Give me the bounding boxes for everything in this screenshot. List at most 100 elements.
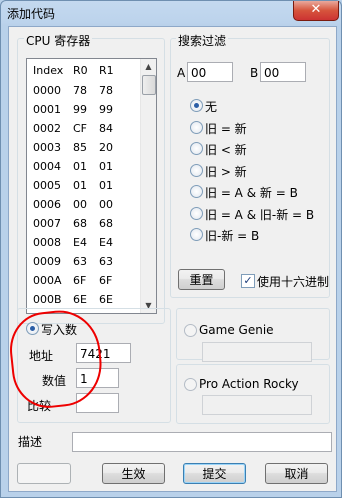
- register-row[interactable]: 0003 85 20: [27, 139, 137, 156]
- window-title: 添加代码: [7, 7, 56, 21]
- row-index: 0001: [33, 103, 61, 116]
- filter-option-label: 无: [205, 100, 218, 114]
- row-r1: 00: [99, 198, 113, 211]
- cancel-button[interactable]: 取消: [265, 463, 328, 484]
- register-row[interactable]: 0009 63 63: [27, 253, 137, 270]
- register-row[interactable]: 0007 68 68: [27, 215, 137, 232]
- filter-option-label: 旧 = A & 旧-新 = B: [205, 207, 315, 222]
- row-r1: 99: [99, 103, 113, 116]
- register-list-header: Index R0 R1: [27, 59, 137, 81]
- row-r0: CF: [73, 122, 88, 135]
- row-index: 0002: [33, 122, 61, 135]
- row-r0: 99: [73, 103, 87, 116]
- game-genie-radio[interactable]: [184, 324, 197, 337]
- address-input[interactable]: 7421: [76, 343, 131, 363]
- row-index: 000B: [33, 293, 62, 306]
- disabled-blank-button: [17, 463, 71, 484]
- checkmark-icon: ✓: [243, 274, 253, 287]
- filter-radio-2[interactable]: [190, 142, 203, 155]
- filter-option-label: 旧 < 新: [205, 143, 247, 157]
- row-r0: 00: [73, 198, 87, 211]
- b-input[interactable]: 00: [260, 62, 306, 82]
- row-index: 0004: [33, 160, 61, 173]
- row-r0: 01: [73, 179, 87, 192]
- register-row[interactable]: 0006 00 00: [27, 196, 137, 213]
- filter-radio-5[interactable]: [190, 206, 203, 220]
- scroll-thumb[interactable]: [142, 75, 156, 95]
- row-r1: 6F: [99, 274, 113, 287]
- row-r1: 01: [99, 179, 113, 192]
- register-row[interactable]: 0002 CF 84: [27, 120, 137, 137]
- row-r0: 78: [73, 84, 87, 97]
- row-r1: 84: [99, 122, 113, 135]
- close-button[interactable]: ✕: [293, 1, 339, 21]
- reset-button[interactable]: 重置: [178, 269, 225, 290]
- filter-option-label: 旧-新 = B: [205, 229, 260, 243]
- compare-label: 比较: [27, 399, 52, 413]
- write-label: 写入数: [41, 323, 78, 337]
- column-r1[interactable]: R1: [99, 64, 114, 77]
- row-index: 0005: [33, 179, 61, 192]
- filter-radio-6[interactable]: [190, 228, 203, 241]
- row-index: 0009: [33, 255, 61, 268]
- register-row[interactable]: 0004 01 01: [27, 158, 137, 175]
- row-r1: 20: [99, 141, 113, 154]
- a-label: A: [177, 66, 186, 80]
- register-row[interactable]: 000B 6E 6E: [27, 291, 137, 308]
- filter-option-label: 旧 > 新: [205, 164, 247, 179]
- pro-action-rocky-input[interactable]: [202, 395, 312, 415]
- search-filter-group-title: 搜索过滤: [176, 32, 229, 49]
- register-list[interactable]: Index R0 R1 00 00 78 78 0001 99 99 0002 CF 84 0003…: [26, 58, 157, 314]
- row-r0: 63: [73, 255, 87, 268]
- hex-label: 使用十六进制: [257, 275, 330, 289]
- register-row[interactable]: 0005 01 01: [27, 177, 137, 194]
- game-genie-input[interactable]: [202, 342, 312, 362]
- row-r1: 6E: [99, 293, 113, 306]
- row-r0: 85: [73, 141, 87, 154]
- dialog-window: 添加代码 ✕ CPU 寄存器 Index R0 R1 0000 78 78 0001 9…: [0, 0, 342, 498]
- submit-button[interactable]: 提交: [183, 463, 246, 484]
- register-row[interactable]: 0001 99 99: [27, 101, 137, 118]
- row-r0: E4: [73, 236, 87, 249]
- row-r1: 78: [99, 84, 113, 97]
- game-genie-label: Game Genie: [199, 323, 274, 337]
- pro-action-rocky-label: Pro Action Rocky: [199, 377, 299, 391]
- register-list-scrollbar[interactable]: ▲ ▼: [140, 59, 156, 313]
- filter-radio-1[interactable]: [190, 120, 203, 134]
- row-r1: E4: [99, 236, 113, 249]
- dialog-client-area: CPU 寄存器 Index R0 R1 0000 78 78 0001 99 99 0002…: [8, 26, 337, 492]
- row-index: 0007: [33, 217, 61, 230]
- pro-action-rocky-radio[interactable]: [184, 378, 197, 391]
- filter-radio-4[interactable]: [190, 185, 203, 198]
- scroll-up-icon[interactable]: ▲: [141, 59, 156, 74]
- value-label: 数值: [42, 374, 67, 388]
- register-row[interactable]: 000A 6F 6F: [27, 272, 137, 289]
- cpu-register-group-title: CPU 寄存器: [24, 32, 93, 49]
- column-r0[interactable]: R0: [73, 64, 88, 77]
- description-label: 描述: [18, 435, 43, 449]
- column-index[interactable]: Index: [33, 64, 63, 77]
- row-r1: 68: [99, 217, 113, 230]
- compare-input[interactable]: [76, 393, 119, 413]
- register-row[interactable]: 0000 78 78: [27, 82, 137, 99]
- row-r0: 01: [73, 160, 87, 173]
- filter-radio-3[interactable]: [190, 163, 203, 177]
- filter-option-label: 旧 = 新: [205, 121, 247, 136]
- filter-radio-0[interactable]: [190, 99, 203, 112]
- value-input[interactable]: 1: [76, 368, 119, 388]
- hex-checkbox[interactable]: ✓: [241, 274, 255, 288]
- row-r0: 6F: [73, 274, 87, 287]
- apply-button[interactable]: 生效: [102, 463, 165, 484]
- address-label: 地址: [29, 349, 54, 363]
- a-input[interactable]: 00: [187, 62, 233, 82]
- register-row[interactable]: 0008 E4 E4: [27, 234, 137, 251]
- row-r0: 68: [73, 217, 87, 230]
- row-index: 0006: [33, 198, 61, 211]
- row-r0: 6E: [73, 293, 87, 306]
- row-r1: 01: [99, 160, 113, 173]
- description-input[interactable]: [72, 432, 332, 452]
- write-radio[interactable]: [26, 322, 39, 335]
- row-index: 0008: [33, 236, 61, 249]
- row-index: 0003: [33, 141, 61, 154]
- row-r1: 63: [99, 255, 113, 268]
